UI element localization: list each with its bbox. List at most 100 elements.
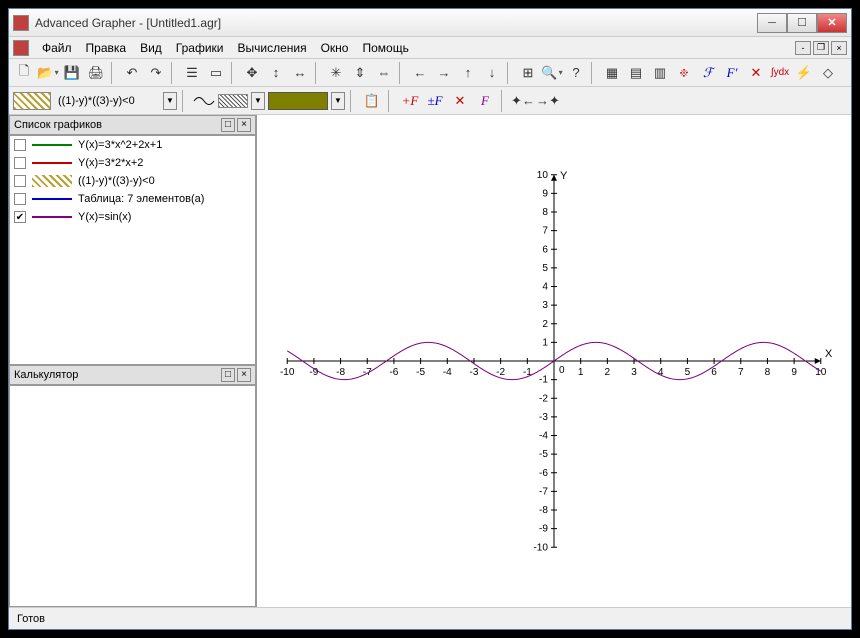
menu-edit[interactable]: Правка [79, 41, 134, 55]
menu-calc[interactable]: Вычисления [230, 41, 313, 55]
checkbox[interactable] [14, 175, 26, 187]
list-item[interactable]: ✔Y(x)=sin(x) [10, 208, 255, 226]
sine-icon[interactable] [193, 94, 215, 108]
hatch-style-button[interactable] [218, 94, 248, 108]
svg-text:5: 5 [542, 263, 548, 274]
help-button[interactable]: ? [565, 62, 587, 84]
new-button[interactable]: 🗋 [13, 62, 35, 84]
graphs-panel-close-button[interactable]: × [237, 118, 251, 132]
calc-panel-close-button[interactable]: × [237, 368, 251, 382]
delete-func-button[interactable]: ✕ [449, 90, 471, 112]
props-button[interactable]: 📋 [361, 90, 383, 112]
up-down-button[interactable]: ↕ [265, 62, 287, 84]
svg-text:4: 4 [542, 282, 548, 293]
svg-text:-10: -10 [280, 367, 295, 378]
calc-panel-title: Калькулятор [14, 369, 219, 381]
svg-text:-8: -8 [336, 367, 345, 378]
trace-button[interactable]: ⚡ [793, 62, 815, 84]
calc-panel-float-button[interactable]: □ [221, 368, 235, 382]
print-button[interactable]: 🖨 [85, 62, 107, 84]
arrow-left-button[interactable]: ← [409, 62, 431, 84]
checkbox[interactable] [14, 157, 26, 169]
left-right-button[interactable]: ↔ [289, 62, 311, 84]
menu-help[interactable]: Помощь [355, 41, 415, 55]
zoom-button[interactable]: 🔍 [541, 62, 563, 84]
arrow-up-button[interactable]: ↑ [457, 62, 479, 84]
calculator-panel[interactable] [9, 385, 256, 607]
mdi-restore-button[interactable]: ❐ [813, 41, 829, 55]
plot-area[interactable]: XY-10-9-8-7-6-5-4-3-2-112345678910-10-9-… [257, 115, 851, 607]
arrow-right-button[interactable]: → [433, 62, 455, 84]
menu-graphs[interactable]: Графики [169, 41, 231, 55]
color-dropdown[interactable]: ▼ [331, 92, 345, 110]
statusbar: Готов [9, 607, 851, 629]
svg-text:1: 1 [542, 337, 548, 348]
doc-icon [13, 40, 29, 56]
region-button[interactable]: ▭ [205, 62, 227, 84]
add-func-button[interactable]: +F [399, 90, 421, 112]
svg-text:-9: -9 [539, 524, 548, 535]
toolbar-main: 🗋 📂 💾 🖨 ↶ ↷ ☰ ▭ ✥ ↕ ↔ ✳ ⇕ ⇔ ← → ↑ ↓ ⊞ 🔍 … [9, 59, 851, 87]
arrow-down-button[interactable]: ↓ [481, 62, 503, 84]
series-swatch [32, 193, 72, 205]
mdi-close-button[interactable]: × [831, 41, 847, 55]
mdi-minimize-button[interactable]: - [795, 41, 811, 55]
move-button[interactable]: ✥ [241, 62, 263, 84]
menu-window[interactable]: Окно [314, 41, 356, 55]
svg-text:8: 8 [765, 367, 771, 378]
grid2-button[interactable]: ▥ [649, 62, 671, 84]
zoom-center-button[interactable]: ✳ [325, 62, 347, 84]
series-label: Таблица: 7 элементов(а) [78, 193, 204, 205]
fprime-button[interactable]: F' [721, 62, 743, 84]
integral-button[interactable]: ∫ydx [769, 62, 791, 84]
tangent-button[interactable]: ✕ [745, 62, 767, 84]
star-left-button[interactable]: ✦← [512, 90, 534, 112]
list-item[interactable]: Y(x)=3*x^2+2x+1 [10, 136, 255, 154]
zoom-h-button[interactable]: ⇔ [373, 62, 395, 84]
maximize-button[interactable]: ☐ [787, 13, 817, 33]
star-right-button[interactable]: →✦ [537, 90, 559, 112]
hatch-dropdown[interactable]: ▼ [251, 92, 265, 110]
redo-button[interactable]: ↷ [145, 62, 167, 84]
checkbox[interactable]: ✔ [14, 211, 26, 223]
graphs-panel-float-button[interactable]: □ [221, 118, 235, 132]
svg-text:3: 3 [542, 300, 548, 311]
menu-view[interactable]: Вид [133, 41, 169, 55]
list-item[interactable]: Таблица: 7 элементов(а) [10, 190, 255, 208]
func-list-button[interactable]: F [474, 90, 496, 112]
fill-pattern-swatch[interactable] [13, 92, 51, 110]
svg-text:9: 9 [542, 188, 548, 199]
menubar: Файл Правка Вид Графики Вычисления Окно … [9, 37, 851, 59]
list-item[interactable]: Y(x)=3*2*x+2 [10, 154, 255, 172]
grid-button[interactable]: ⊞ [517, 62, 539, 84]
titlebar: Advanced Grapher - [Untitled1.agr] ─ ☐ ✕ [9, 9, 851, 37]
table-button[interactable]: ▤ [625, 62, 647, 84]
color-swatch[interactable] [268, 92, 328, 110]
app-icon [13, 15, 29, 31]
list-button[interactable]: ☰ [181, 62, 203, 84]
svg-text:-7: -7 [539, 486, 548, 497]
list-item[interactable]: ((1)-y)*((3)-y)<0 [10, 172, 255, 190]
graphs-panel-title: Список графиков [14, 119, 219, 131]
formula-dropdown[interactable]: ▼ [163, 92, 177, 110]
series-swatch [32, 157, 72, 169]
save-button[interactable]: 💾 [61, 62, 83, 84]
menu-file[interactable]: Файл [35, 41, 79, 55]
svg-text:2: 2 [605, 367, 611, 378]
svg-text:-8: -8 [539, 505, 548, 516]
edit-func-button[interactable]: ±F [424, 90, 446, 112]
svg-text:-6: -6 [389, 367, 398, 378]
calc-button[interactable]: ▦ [601, 62, 623, 84]
derivative-button[interactable]: ℱ [697, 62, 719, 84]
checkbox[interactable] [14, 139, 26, 151]
extra-button[interactable]: ◇ [817, 62, 839, 84]
series-label: ((1)-y)*((3)-y)<0 [78, 175, 155, 187]
intersect-button[interactable]: ፠ [673, 62, 695, 84]
undo-button[interactable]: ↶ [121, 62, 143, 84]
checkbox[interactable] [14, 193, 26, 205]
minimize-button[interactable]: ─ [757, 13, 787, 33]
close-button[interactable]: ✕ [817, 13, 847, 33]
zoom-v-button[interactable]: ⇕ [349, 62, 371, 84]
open-button[interactable]: 📂 [37, 62, 59, 84]
svg-text:1: 1 [578, 367, 584, 378]
